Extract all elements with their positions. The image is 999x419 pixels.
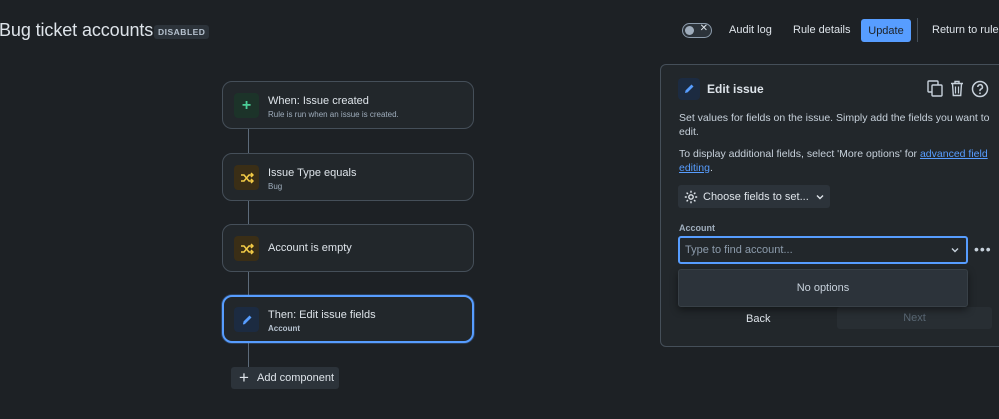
- card-title: When: Issue created: [268, 95, 369, 107]
- plus-icon: +: [239, 368, 249, 387]
- shuffle-icon: [234, 236, 259, 261]
- page-title: Bug ticket accounts: [0, 20, 154, 40]
- action-card-edit-issue[interactable]: Then: Edit issue fields Account: [222, 295, 474, 343]
- card-subtitle: Bug: [268, 182, 283, 191]
- next-button[interactable]: Next: [837, 307, 992, 329]
- flow-connector: [248, 201, 249, 224]
- choose-fields-label: Choose fields to set...: [703, 190, 809, 203]
- copy-icon[interactable]: [927, 80, 943, 102]
- edit-issue-panel: Edit issue Set values for fields on the …: [660, 64, 999, 347]
- shuffle-icon: [234, 165, 259, 190]
- rule-details-link[interactable]: Rule details: [793, 24, 850, 36]
- panel-title: Edit issue: [707, 82, 764, 96]
- trigger-card[interactable]: + When: Issue created Rule is run when a…: [222, 81, 474, 129]
- condition-card-issue-type[interactable]: Issue Type equals Bug: [222, 153, 474, 201]
- card-title: Issue Type equals: [268, 167, 357, 179]
- rule-enable-toggle[interactable]: ✕: [682, 23, 712, 38]
- help-icon[interactable]: [971, 80, 989, 103]
- more-info-text: To display additional fields, select 'Mo…: [679, 148, 920, 160]
- card-title: Account is empty: [268, 242, 352, 254]
- status-badge: DISABLED: [154, 25, 210, 39]
- chevron-down-icon: [816, 191, 824, 203]
- back-button[interactable]: Back: [746, 313, 770, 325]
- condition-card-account-empty[interactable]: Account is empty: [222, 224, 474, 272]
- flow-connector: [248, 129, 249, 153]
- no-options-message: No options: [796, 282, 850, 294]
- chevron-down-icon[interactable]: [951, 244, 959, 256]
- pencil-icon: [678, 78, 700, 100]
- add-component-label: Add component: [257, 372, 335, 384]
- account-placeholder: Type to find account...: [685, 244, 793, 256]
- plus-icon: +: [234, 93, 259, 118]
- pencil-icon: [234, 307, 259, 332]
- close-icon: ✕: [699, 23, 708, 34]
- audit-log-link[interactable]: Audit log: [729, 24, 772, 36]
- flow-connector: [248, 272, 249, 295]
- card-title: Then: Edit issue fields: [268, 309, 376, 321]
- trash-icon[interactable]: [950, 80, 964, 102]
- panel-more-info: To display additional fields, select 'Mo…: [679, 147, 991, 175]
- gear-icon: [678, 190, 703, 204]
- more-options-icon[interactable]: •••: [974, 241, 992, 257]
- card-subtitle: Account: [268, 324, 300, 333]
- toggle-knob: [685, 26, 694, 35]
- add-component-button[interactable]: + Add component: [231, 367, 339, 389]
- update-button[interactable]: Update: [861, 19, 911, 42]
- choose-fields-button[interactable]: Choose fields to set...: [678, 185, 830, 208]
- header-divider: [917, 18, 918, 42]
- card-subtitle: Rule is run when an issue is created.: [268, 110, 399, 119]
- panel-description: Set values for fields on the issue. Simp…: [679, 112, 990, 138]
- account-dropdown-menu: No options: [678, 269, 968, 307]
- return-to-rules-link[interactable]: Return to rules: [932, 24, 999, 36]
- more-info-suffix: .: [709, 162, 713, 174]
- account-select-input[interactable]: Type to find account...: [678, 236, 968, 264]
- account-field-label: Account: [679, 223, 715, 233]
- flow-connector: [248, 343, 249, 367]
